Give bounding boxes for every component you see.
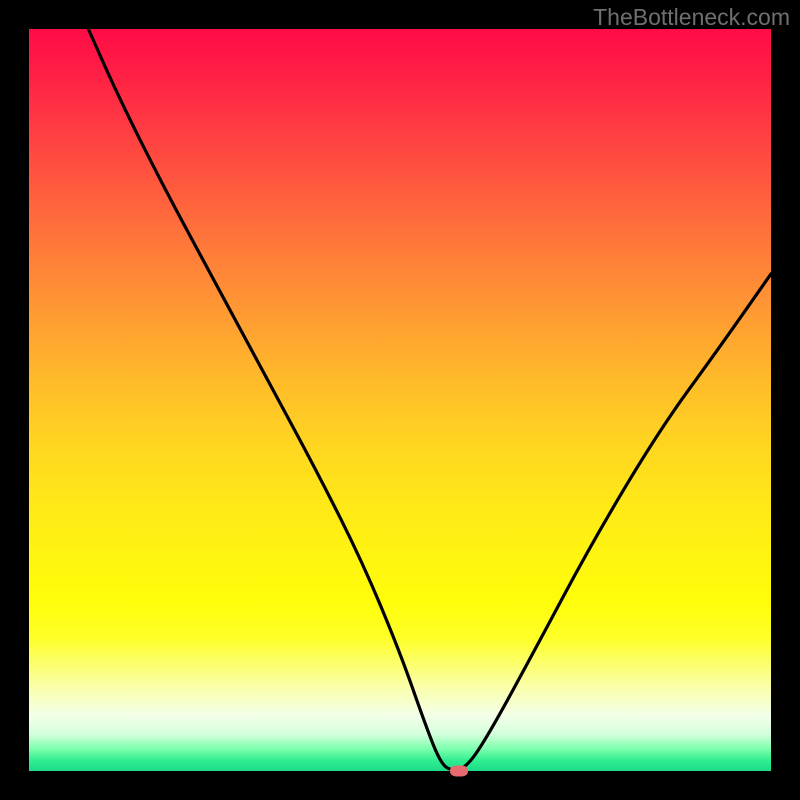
bottleneck-marker <box>450 766 468 777</box>
watermark-text: TheBottleneck.com <box>593 4 790 31</box>
chart-frame: TheBottleneck.com <box>0 0 800 800</box>
bottleneck-curve <box>29 29 771 771</box>
plot-area <box>29 29 771 771</box>
